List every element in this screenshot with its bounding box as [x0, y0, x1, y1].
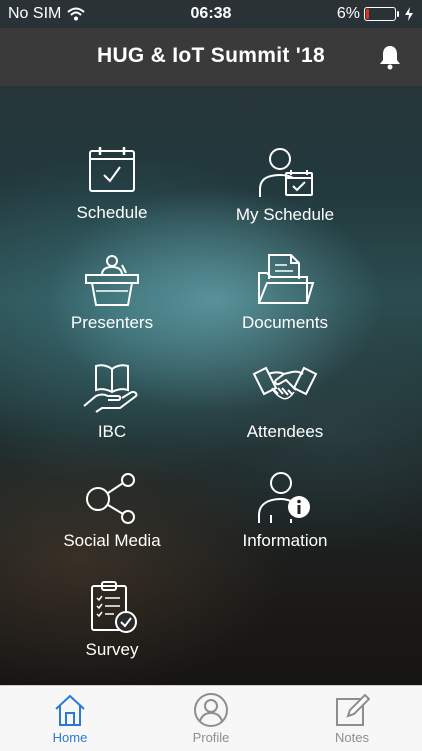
share-icon: [86, 473, 135, 524]
menu-label: Presenters: [70, 313, 154, 332]
menu-documents[interactable]: Documents: [205, 253, 365, 343]
tab-label: Profile: [192, 730, 230, 745]
clipboard-check-icon: [91, 581, 137, 633]
battery-icon: [364, 7, 399, 21]
tab-profile[interactable]: Profile: [141, 686, 281, 751]
person-info-icon: [258, 472, 310, 523]
menu-presenters[interactable]: Presenters: [32, 253, 192, 343]
page-title: HUG & IoT Summit '18: [96, 44, 326, 67]
tab-label: Notes: [335, 730, 369, 745]
notes-icon: [336, 693, 370, 726]
person-calendar-icon: [259, 148, 313, 197]
menu-label: Information: [242, 531, 328, 550]
menu-label: My Schedule: [235, 205, 335, 224]
battery-percent: 6%: [336, 5, 360, 22]
folder-icon: [258, 254, 315, 304]
tab-label: Home: [52, 730, 88, 745]
tab-notes[interactable]: Notes: [282, 686, 422, 751]
app-header: HUG & IoT Summit '18: [0, 28, 422, 86]
menu-survey[interactable]: Survey: [32, 580, 192, 670]
menu-label: Attendees: [246, 422, 324, 441]
charging-bolt-icon: [405, 7, 413, 21]
handshake-icon: [252, 366, 318, 400]
menu-label: Documents: [242, 313, 328, 332]
profile-icon: [194, 693, 228, 727]
podium-icon: [85, 255, 139, 306]
menu-social-media[interactable]: Social Media: [32, 471, 192, 561]
menu-my-schedule[interactable]: My Schedule: [205, 145, 365, 235]
menu-label: Social Media: [63, 531, 161, 550]
menu-schedule[interactable]: Schedule: [32, 145, 192, 235]
tab-home[interactable]: Home: [0, 686, 140, 751]
home-icon: [55, 694, 85, 726]
bell-icon[interactable]: [378, 44, 402, 70]
status-bar: No SIM 06:38 6%: [0, 0, 422, 28]
menu-information[interactable]: Information: [205, 471, 365, 561]
calendar-check-icon: [89, 147, 135, 192]
menu-attendees[interactable]: Attendees: [205, 362, 365, 452]
book-hand-icon: [83, 364, 138, 413]
menu-label: Survey: [85, 640, 139, 659]
menu-label: IBC: [97, 422, 127, 441]
menu-ibc[interactable]: IBC: [32, 362, 192, 452]
tab-bar: Home Profile Notes: [0, 685, 422, 751]
menu-label: Schedule: [76, 203, 148, 222]
